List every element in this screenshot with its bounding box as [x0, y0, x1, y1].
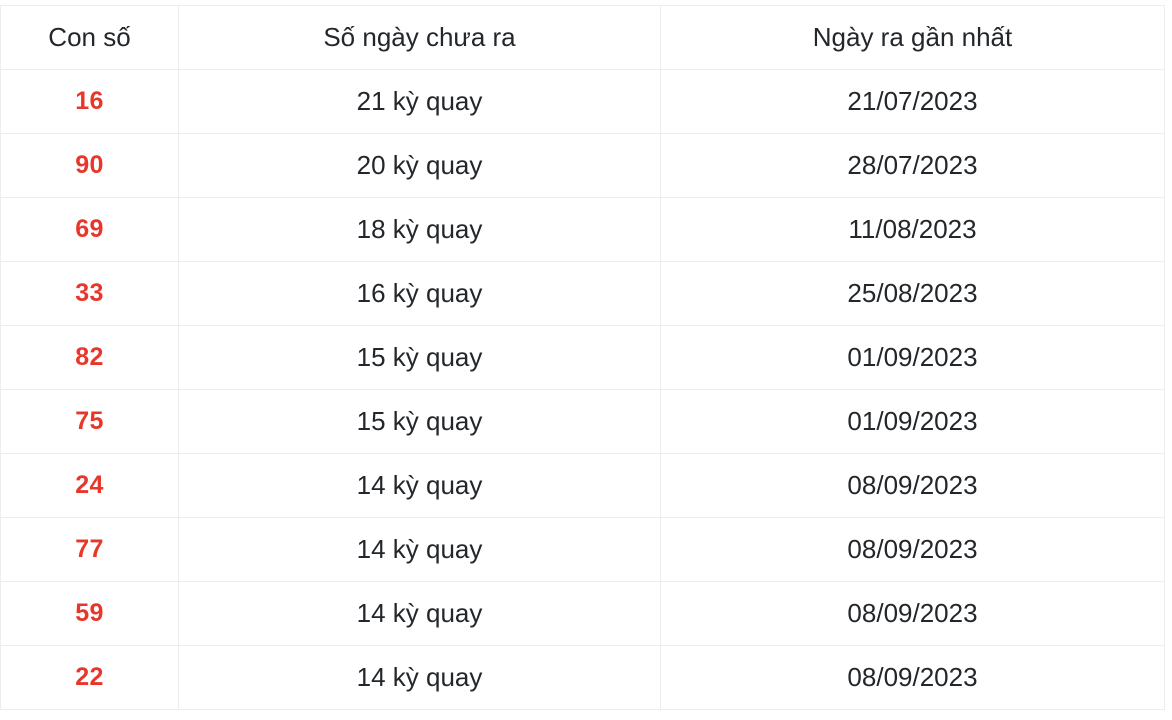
column-header-date: Ngày ra gần nhất [660, 5, 1165, 70]
cell-number: 24 [0, 453, 179, 518]
table-row: 33 16 kỳ quay 25/08/2023 [0, 261, 1165, 326]
cell-number: 59 [0, 581, 179, 646]
cell-number: 16 [0, 69, 179, 134]
cell-days: 14 kỳ quay [178, 581, 661, 646]
cell-days: 14 kỳ quay [178, 453, 661, 518]
cell-date: 01/09/2023 [660, 325, 1165, 390]
cell-number: 69 [0, 197, 179, 262]
cell-days: 18 kỳ quay [178, 197, 661, 262]
cell-date: 08/09/2023 [660, 581, 1165, 646]
cell-date: 01/09/2023 [660, 389, 1165, 454]
table-row: 16 21 kỳ quay 21/07/2023 [0, 69, 1165, 134]
cell-number: 22 [0, 645, 179, 710]
cell-days: 15 kỳ quay [178, 325, 661, 390]
cell-days: 15 kỳ quay [178, 389, 661, 454]
column-header-number: Con số [0, 5, 179, 70]
cell-date: 21/07/2023 [660, 69, 1165, 134]
table-row: 22 14 kỳ quay 08/09/2023 [0, 645, 1165, 710]
cell-date: 08/09/2023 [660, 645, 1165, 710]
page-root: Con số Số ngày chưa ra Ngày ra gần nhất … [0, 0, 1172, 720]
table-row: 82 15 kỳ quay 01/09/2023 [0, 325, 1165, 390]
cell-days: 16 kỳ quay [178, 261, 661, 326]
table-header: Con số Số ngày chưa ra Ngày ra gần nhất [0, 5, 1165, 70]
table-row: 90 20 kỳ quay 28/07/2023 [0, 133, 1165, 198]
cell-date: 11/08/2023 [660, 197, 1165, 262]
cell-date: 25/08/2023 [660, 261, 1165, 326]
cell-days: 20 kỳ quay [178, 133, 661, 198]
table-row: 77 14 kỳ quay 08/09/2023 [0, 517, 1165, 582]
cell-days: 14 kỳ quay [178, 517, 661, 582]
table-row: 69 18 kỳ quay 11/08/2023 [0, 197, 1165, 262]
cell-date: 08/09/2023 [660, 453, 1165, 518]
cell-number: 90 [0, 133, 179, 198]
lottery-stats-table: Con số Số ngày chưa ra Ngày ra gần nhất … [0, 5, 1165, 710]
column-header-days: Số ngày chưa ra [178, 5, 661, 70]
table-row: 75 15 kỳ quay 01/09/2023 [0, 389, 1165, 454]
cell-date: 28/07/2023 [660, 133, 1165, 198]
cell-days: 21 kỳ quay [178, 69, 661, 134]
table-row: 59 14 kỳ quay 08/09/2023 [0, 581, 1165, 646]
table-row: 24 14 kỳ quay 08/09/2023 [0, 453, 1165, 518]
cell-number: 33 [0, 261, 179, 326]
cell-days: 14 kỳ quay [178, 645, 661, 710]
cell-number: 77 [0, 517, 179, 582]
cell-number: 82 [0, 325, 179, 390]
cell-date: 08/09/2023 [660, 517, 1165, 582]
table-header-row: Con số Số ngày chưa ra Ngày ra gần nhất [0, 5, 1165, 70]
table-body: 16 21 kỳ quay 21/07/2023 90 20 kỳ quay 2… [0, 69, 1165, 710]
cell-number: 75 [0, 389, 179, 454]
